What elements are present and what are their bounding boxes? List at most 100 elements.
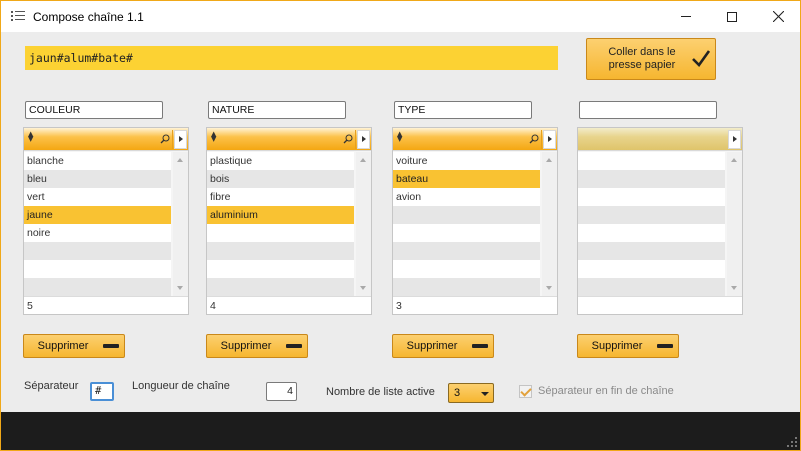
list-rows xyxy=(578,152,725,296)
sort-icon[interactable]: ▲ ▼ xyxy=(28,131,33,143)
close-icon xyxy=(772,11,784,22)
list-item[interactable]: avion xyxy=(393,188,540,206)
main-content: jaun#alum#bate# Coller dans le presse pa… xyxy=(1,32,800,412)
list-item-empty[interactable] xyxy=(207,278,354,296)
list-header-field[interactable]: NATURE xyxy=(208,101,346,119)
list-column-1: COULEUR ▲ ▼ blanche bleu vert jaune noire xyxy=(23,32,189,372)
scroll-up-icon[interactable] xyxy=(731,158,737,162)
scroll-up-icon[interactable] xyxy=(177,158,183,162)
expand-arrow-button[interactable] xyxy=(174,130,187,149)
list-column-4: Supprimer xyxy=(577,32,743,372)
list-item[interactable]: plastique xyxy=(207,152,354,170)
minus-icon xyxy=(286,344,302,348)
window-title: Compose chaîne 1.1 xyxy=(33,10,144,24)
chevron-down-icon xyxy=(481,392,489,396)
expand-arrow-button[interactable] xyxy=(728,130,741,149)
list-item[interactable]: vert xyxy=(24,188,171,206)
sort-icon[interactable]: ▲ ▼ xyxy=(397,131,402,143)
string-length-field[interactable]: 4 xyxy=(266,382,297,401)
list-item-empty[interactable] xyxy=(578,188,725,206)
scroll-down-icon[interactable] xyxy=(731,286,737,290)
list-item-empty[interactable] xyxy=(578,260,725,278)
list-rows: blanche bleu vert jaune noire xyxy=(24,152,171,296)
list-rows: plastique bois fibre aluminium xyxy=(207,152,354,296)
list-item-empty[interactable] xyxy=(24,278,171,296)
list-item-selected[interactable]: aluminium xyxy=(207,206,354,224)
delete-button-label: Supprimer xyxy=(37,340,89,352)
list-item-empty[interactable] xyxy=(207,242,354,260)
app-menu-icon[interactable] xyxy=(11,10,25,23)
list-item-empty[interactable] xyxy=(24,242,171,260)
list-item-empty[interactable] xyxy=(578,170,725,188)
list-header-field[interactable]: COULEUR xyxy=(25,101,163,119)
list-toolbar xyxy=(578,128,742,151)
list-item-empty[interactable] xyxy=(578,278,725,296)
delete-button-label: Supprimer xyxy=(220,340,272,352)
search-icon[interactable] xyxy=(529,134,539,144)
vertical-scrollbar[interactable] xyxy=(173,152,188,296)
delete-button[interactable]: Supprimer xyxy=(23,334,125,358)
title-bar: Compose chaîne 1.1 xyxy=(1,1,800,32)
list-column-2: NATURE ▲ ▼ plastique bois fibre aluminium xyxy=(206,32,372,372)
list-header-field[interactable] xyxy=(579,101,717,119)
toolbar-divider xyxy=(172,130,173,149)
delete-button[interactable]: Supprimer xyxy=(577,334,679,358)
scroll-up-icon[interactable] xyxy=(360,158,366,162)
scroll-down-icon[interactable] xyxy=(177,286,183,290)
minus-icon xyxy=(657,344,673,348)
maximize-icon xyxy=(727,11,737,22)
list-item-empty[interactable] xyxy=(393,224,540,242)
list-item[interactable]: bleu xyxy=(24,170,171,188)
expand-arrow-button[interactable] xyxy=(543,130,556,149)
search-icon[interactable] xyxy=(343,134,353,144)
list-item-empty[interactable] xyxy=(578,206,725,224)
list-item-count: 3 xyxy=(393,296,557,314)
minus-icon xyxy=(103,344,119,348)
list-item[interactable]: voiture xyxy=(393,152,540,170)
close-button[interactable] xyxy=(755,1,801,32)
list-item-empty[interactable] xyxy=(393,278,540,296)
sort-icon[interactable]: ▲ ▼ xyxy=(211,131,216,143)
scroll-down-icon[interactable] xyxy=(546,286,552,290)
list-item-empty[interactable] xyxy=(393,260,540,278)
trailing-separator-checkbox[interactable] xyxy=(519,385,532,398)
scroll-down-icon[interactable] xyxy=(360,286,366,290)
list-item-empty[interactable] xyxy=(207,224,354,242)
list-item[interactable]: bois xyxy=(207,170,354,188)
list-item-empty[interactable] xyxy=(393,242,540,260)
list-item-selected[interactable]: jaune xyxy=(24,206,171,224)
scroll-up-icon[interactable] xyxy=(546,158,552,162)
list-item-empty[interactable] xyxy=(24,260,171,278)
list-item-empty[interactable] xyxy=(578,152,725,170)
search-icon[interactable] xyxy=(160,134,170,144)
vertical-scrollbar[interactable] xyxy=(727,152,742,296)
list-item-selected[interactable]: bateau xyxy=(393,170,540,188)
minimize-button[interactable] xyxy=(663,1,709,32)
list-item-empty[interactable] xyxy=(578,224,725,242)
list-item-count: 4 xyxy=(207,296,371,314)
vertical-scrollbar[interactable] xyxy=(542,152,557,296)
list-item[interactable]: noire xyxy=(24,224,171,242)
delete-button[interactable]: Supprimer xyxy=(392,334,494,358)
list-item-empty[interactable] xyxy=(207,260,354,278)
separator-field[interactable]: # xyxy=(90,382,114,401)
maximize-button[interactable] xyxy=(709,1,755,32)
resize-grip-icon[interactable] xyxy=(787,437,797,447)
separator-label: Séparateur xyxy=(24,380,79,392)
list-item-empty[interactable] xyxy=(578,242,725,260)
list-item[interactable]: blanche xyxy=(24,152,171,170)
delete-button-label: Supprimer xyxy=(591,340,643,352)
delete-button[interactable]: Supprimer xyxy=(206,334,308,358)
list-toolbar: ▲ ▼ xyxy=(393,128,557,151)
list-rows: voiture bateau avion xyxy=(393,152,540,296)
list-item-empty[interactable] xyxy=(393,206,540,224)
expand-arrow-button[interactable] xyxy=(357,130,370,149)
vertical-scrollbar[interactable] xyxy=(356,152,371,296)
list-item[interactable]: fibre xyxy=(207,188,354,206)
active-lists-value: 3 xyxy=(454,387,461,399)
toolbar-divider xyxy=(541,130,542,149)
list-header-field[interactable]: TYPE xyxy=(394,101,532,119)
list-item-count xyxy=(578,296,742,314)
active-lists-select[interactable]: 3 xyxy=(448,383,494,403)
list-toolbar: ▲ ▼ xyxy=(207,128,371,151)
